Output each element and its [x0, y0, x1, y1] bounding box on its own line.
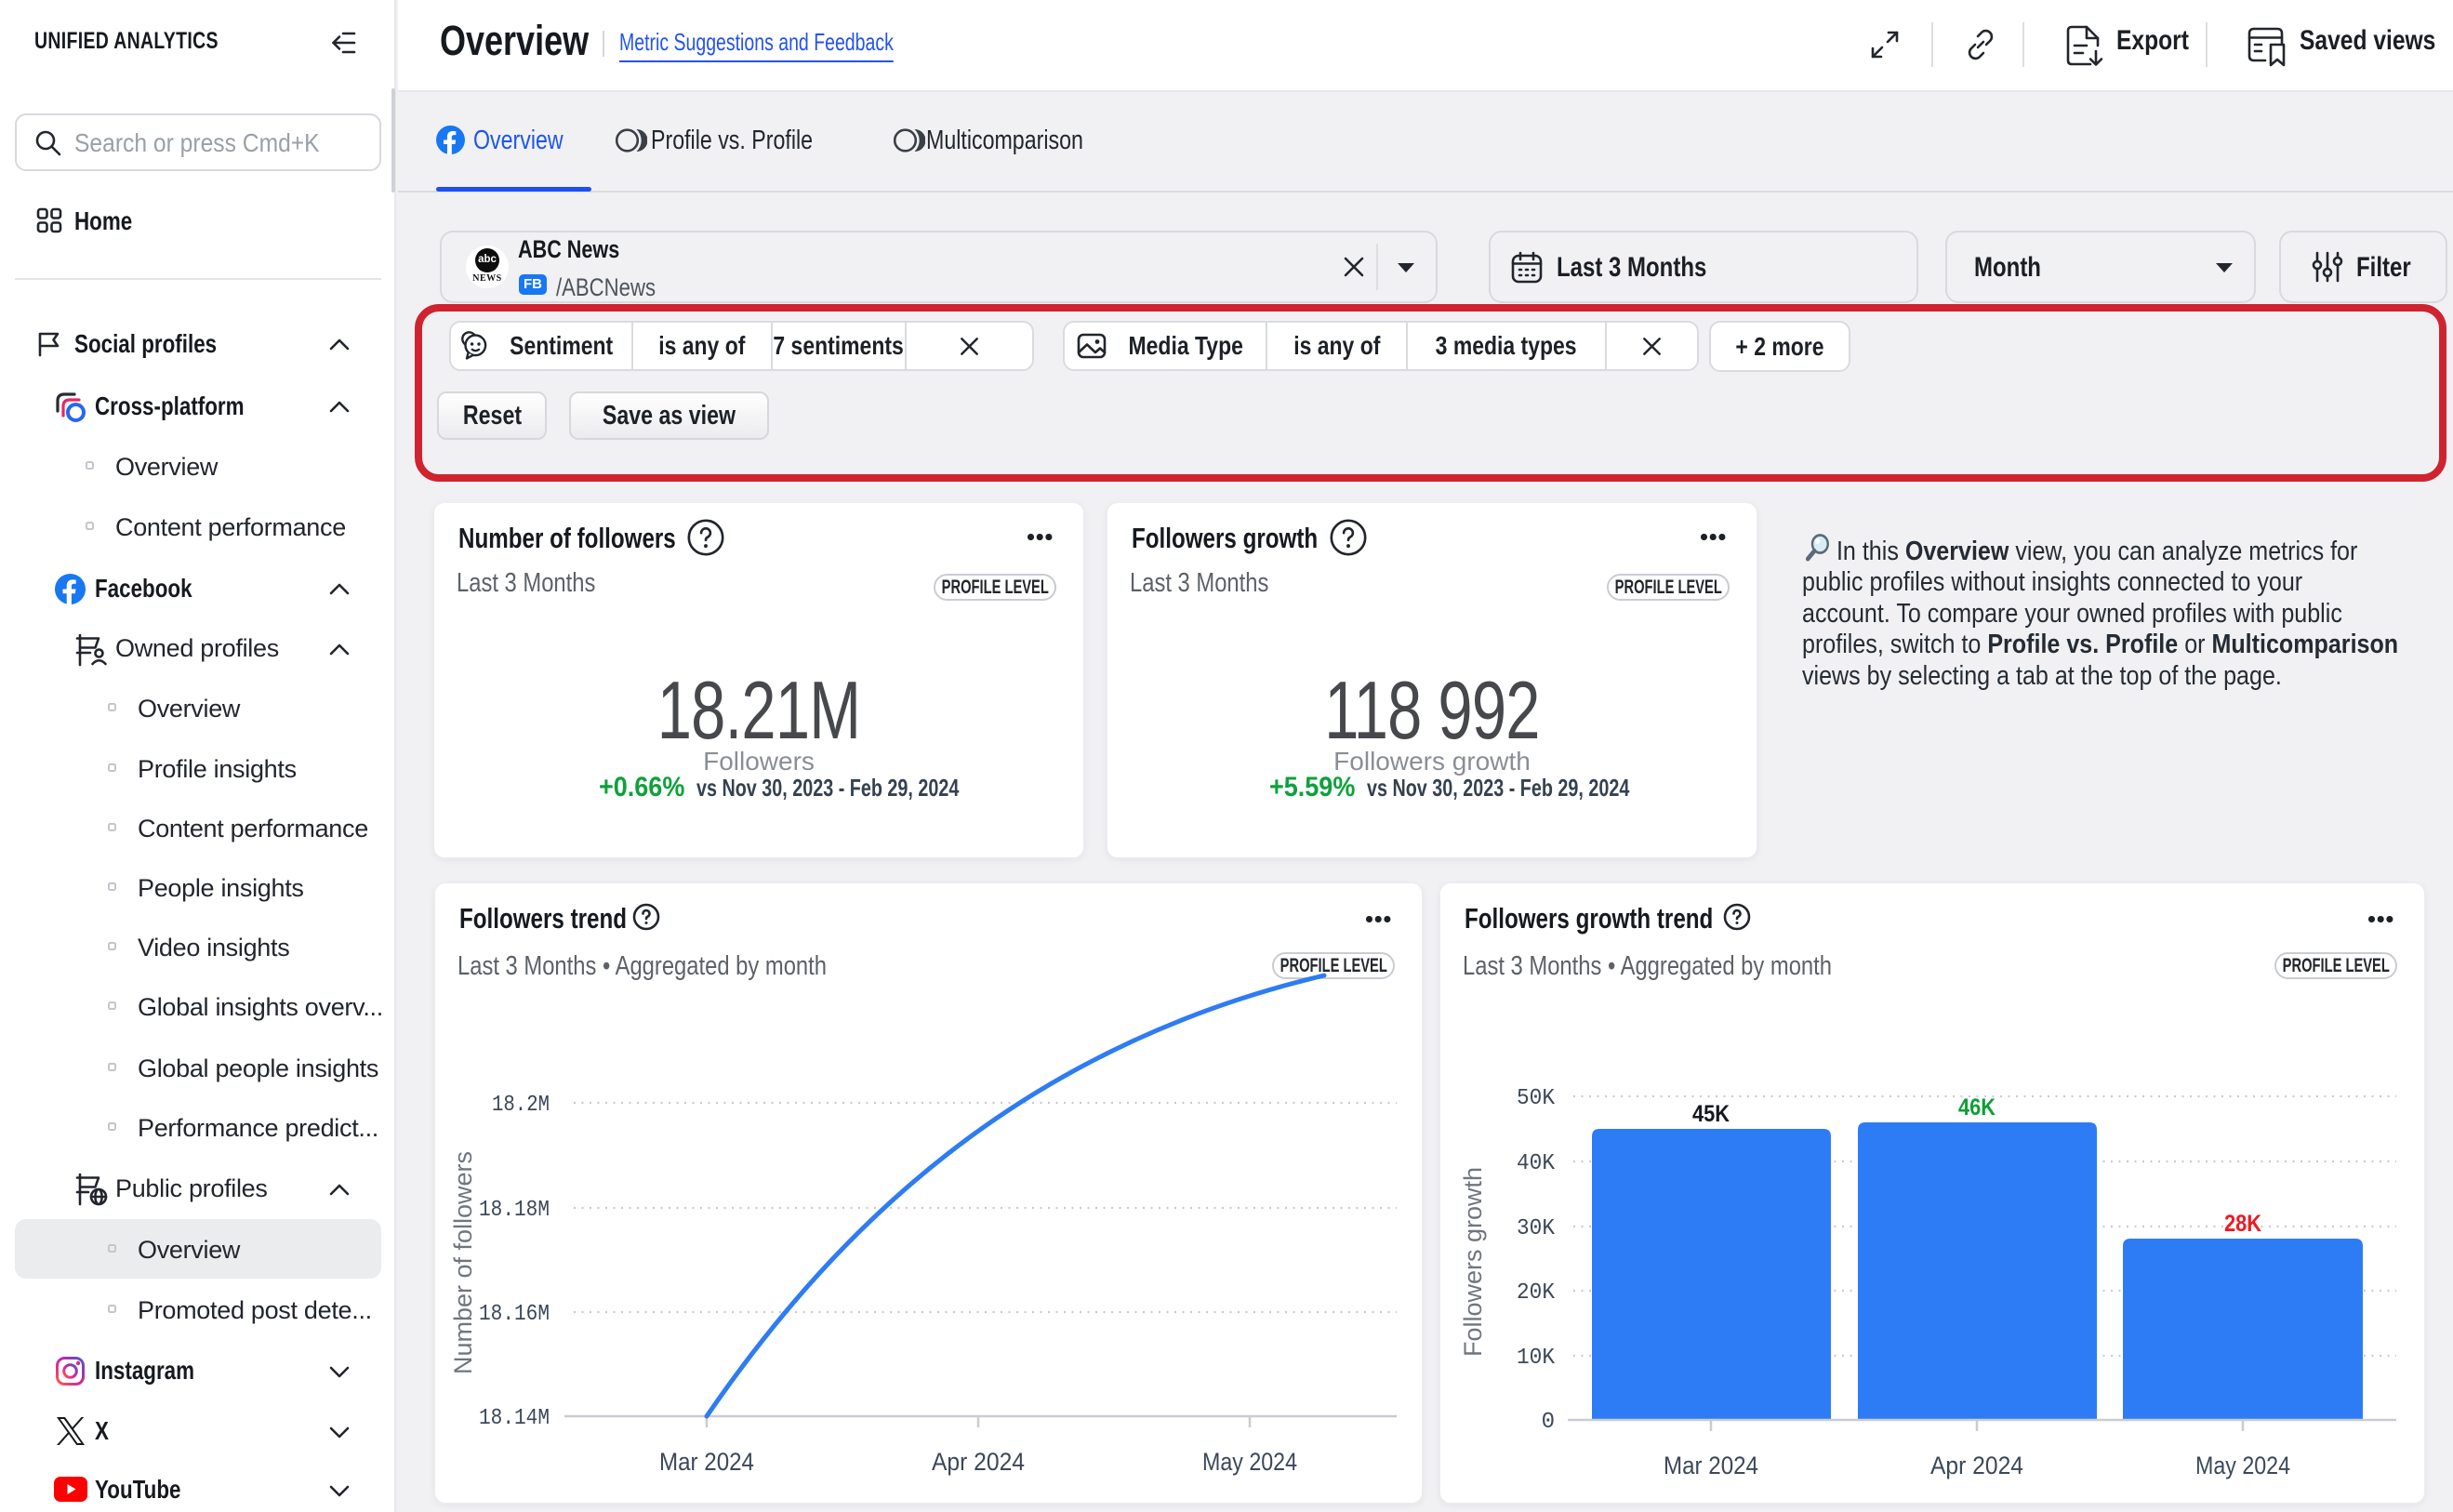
svg-text:Mar 2024: Mar 2024 [1664, 1452, 1758, 1479]
svg-text:30K: 30K [1517, 1216, 1556, 1241]
svg-text:Followers growth: Followers growth [1459, 1167, 1487, 1357]
svg-text:40K: 40K [1517, 1151, 1556, 1176]
svg-text:28K: 28K [2224, 1211, 2261, 1237]
svg-text:18.18M: 18.18M [479, 1198, 550, 1223]
svg-text:May 2024: May 2024 [1202, 1448, 1297, 1476]
svg-text:18.14M: 18.14M [479, 1406, 550, 1431]
svg-text:0: 0 [1542, 1410, 1555, 1435]
svg-text:10K: 10K [1517, 1346, 1556, 1371]
svg-text:18.2M: 18.2M [492, 1093, 550, 1118]
svg-text:50K: 50K [1517, 1086, 1556, 1111]
svg-text:20K: 20K [1517, 1280, 1556, 1306]
svg-text:Apr 2024: Apr 2024 [932, 1448, 1025, 1476]
svg-text:Apr 2024: Apr 2024 [1930, 1452, 2023, 1479]
svg-text:May 2024: May 2024 [2195, 1452, 2290, 1479]
svg-text:Number of followers: Number of followers [449, 1151, 477, 1374]
svg-text:18.16M: 18.16M [479, 1302, 550, 1327]
svg-text:45K: 45K [1692, 1101, 1730, 1127]
svg-text:Mar 2024: Mar 2024 [659, 1448, 754, 1476]
svg-text:46K: 46K [1958, 1094, 1996, 1121]
